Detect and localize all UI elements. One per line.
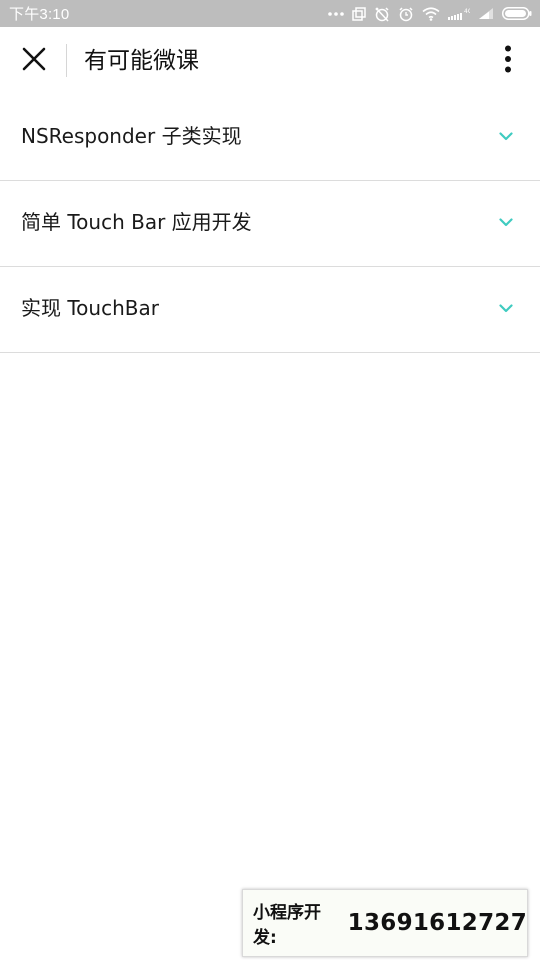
course-title: NSResponder 子类实现 — [21, 124, 242, 148]
status-bar: 下午3:10 4G — [0, 0, 540, 27]
status-time: 下午3:10 — [9, 6, 70, 23]
contact-label: 小程序开发: — [253, 903, 321, 948]
more-options-button[interactable] — [488, 41, 528, 81]
alarm-off-icon — [374, 6, 390, 22]
list-item[interactable]: 简单 Touch Bar 应用开发 — [0, 181, 540, 267]
battery-icon — [502, 7, 532, 20]
course-list: NSResponder 子类实现 简单 Touch Bar 应用开发 实现 To… — [0, 95, 540, 353]
wifi-icon — [422, 6, 440, 21]
cell-signal-icon — [478, 7, 494, 20]
network-badge: 4G — [464, 8, 470, 15]
status-icons: 4G — [328, 0, 532, 27]
chevron-down-icon[interactable] — [497, 302, 515, 314]
screen-share-icon — [352, 6, 366, 21]
clock-icon — [398, 6, 414, 22]
close-button[interactable] — [14, 41, 54, 81]
chevron-down-icon[interactable] — [497, 216, 515, 228]
course-title: 简单 Touch Bar 应用开发 — [21, 210, 252, 234]
nav-bar: 有可能微课 — [0, 27, 540, 95]
close-icon — [22, 47, 46, 75]
chevron-down-icon[interactable] — [497, 130, 515, 142]
contact-number: 13691612727 — [347, 910, 527, 936]
nav-divider — [66, 44, 67, 77]
list-item[interactable]: NSResponder 子类实现 — [0, 95, 540, 181]
page-title: 有可能微课 — [84, 48, 199, 74]
more-dots-icon — [328, 11, 344, 17]
course-title: 实现 TouchBar — [21, 296, 159, 320]
list-item[interactable]: 实现 TouchBar — [0, 267, 540, 353]
more-vertical-icon — [504, 45, 512, 77]
hd-signal-icon: 4G — [448, 7, 470, 21]
contact-badge: 小程序开发: 13691612727 — [242, 889, 528, 957]
